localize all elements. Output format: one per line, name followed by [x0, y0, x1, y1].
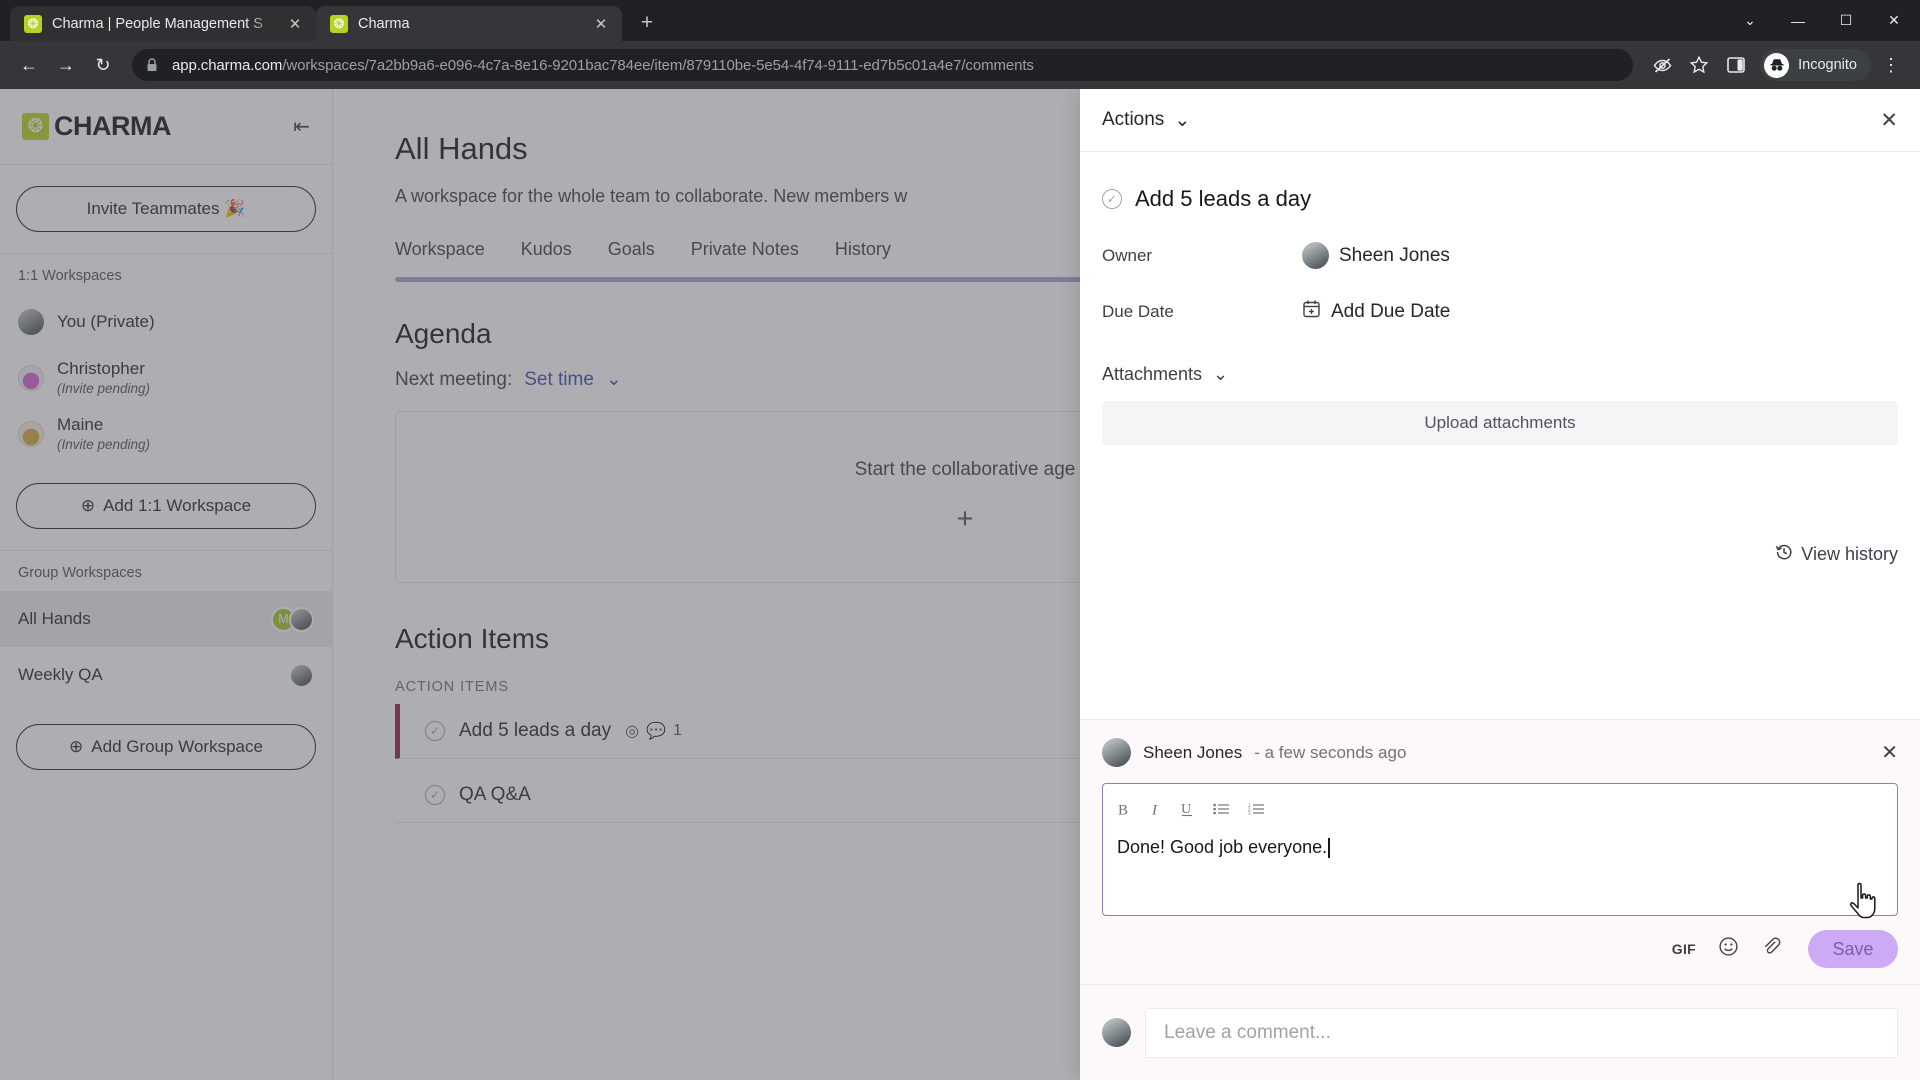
reload-icon[interactable]: ↻ — [86, 48, 120, 82]
underline-icon[interactable]: U — [1180, 800, 1195, 818]
due-date-field: Due Date Add Due Date — [1102, 299, 1898, 324]
kebab-menu-icon[interactable]: ⋮ — [1874, 48, 1908, 82]
comment-editor[interactable]: B I U 123 Done! Good job everyone. — [1102, 783, 1898, 916]
tab-title: Charma | People Management S — [52, 15, 263, 32]
chevron-down-icon: ⌄ — [1213, 364, 1229, 384]
page-viewport: ❂ CHARMA ⇤ Invite Teammates 🎉 1:1 Worksp… — [0, 89, 1920, 1080]
new-tab-button[interactable]: + — [630, 6, 664, 40]
forward-icon[interactable]: → — [49, 48, 83, 82]
close-icon[interactable]: ✕ — [590, 13, 612, 35]
close-icon[interactable]: ✕ — [284, 13, 306, 35]
browser-toolbar: ← → ↻ app.charma.com/workspaces/7a2bb9a6… — [0, 41, 1920, 89]
action-item-detail-drawer: Actions ⌄ ✕ ✓ Add 5 leads a day Owner Sh… — [1080, 89, 1920, 1080]
due-date-label: Due Date — [1102, 301, 1174, 321]
attachments-label: Attachments — [1102, 364, 1203, 384]
browser-tab-1[interactable]: ❂ Charma | People Management S ✕ — [10, 6, 316, 41]
owner-name: Sheen Jones — [1339, 244, 1450, 266]
calendar-plus-icon — [1302, 299, 1321, 324]
drawer-body: ✓ Add 5 leads a day Owner Sheen Jones Du… — [1080, 152, 1920, 719]
chevron-down-icon[interactable]: ⌄ — [1726, 0, 1774, 41]
upload-attachments-button[interactable]: Upload attachments — [1102, 401, 1898, 445]
avatar — [1102, 1018, 1131, 1047]
drawer-header: Actions ⌄ ✕ — [1080, 89, 1920, 152]
comment-text: Done! Good job everyone. — [1117, 837, 1328, 857]
owner-label: Owner — [1102, 245, 1153, 265]
svg-text:I: I — [1151, 802, 1158, 818]
attachments-header[interactable]: Attachments ⌄ — [1102, 364, 1898, 385]
avatar — [1302, 242, 1329, 269]
owner-field: Owner Sheen Jones — [1102, 242, 1898, 269]
bullet-list-icon[interactable] — [1213, 802, 1230, 816]
incognito-icon — [1764, 52, 1790, 78]
leave-comment-input[interactable]: Leave a comment... — [1145, 1007, 1898, 1058]
actions-dropdown[interactable]: Actions ⌄ — [1102, 109, 1190, 132]
svg-text:3: 3 — [1248, 811, 1251, 816]
view-history-button[interactable]: View history — [1775, 543, 1898, 566]
bold-icon[interactable]: B — [1117, 801, 1132, 818]
add-due-date-button[interactable]: Add Due Date — [1302, 299, 1450, 324]
italic-icon[interactable]: I — [1150, 801, 1162, 818]
drawer-item-title: Add 5 leads a day — [1135, 186, 1312, 211]
comment-text-area[interactable]: Done! Good job everyone. — [1117, 837, 1883, 858]
composer-header: Sheen Jones - a few seconds ago ✕ — [1102, 738, 1898, 767]
owner-value[interactable]: Sheen Jones — [1302, 242, 1450, 269]
emoji-icon[interactable] — [1718, 936, 1739, 963]
drawer-item-title-row: ✓ Add 5 leads a day — [1102, 186, 1898, 212]
save-comment-button[interactable]: Save — [1808, 930, 1898, 968]
close-window-button[interactable]: ✕ — [1870, 0, 1918, 41]
svg-text:U: U — [1181, 802, 1191, 817]
window-controls: ⌄ — ☐ ✕ — [1726, 0, 1920, 41]
history-row: View history — [1102, 543, 1898, 566]
history-icon — [1775, 543, 1793, 566]
charma-icon: ❂ — [330, 14, 348, 33]
profile-chip[interactable]: Incognito — [1760, 49, 1871, 81]
profile-label: Incognito — [1798, 57, 1857, 73]
check-circle-icon[interactable]: ✓ — [1102, 189, 1122, 209]
comment-composer: Sheen Jones - a few seconds ago ✕ B I U — [1080, 719, 1920, 984]
actions-label: Actions — [1102, 109, 1165, 130]
add-due-date-label: Add Due Date — [1331, 300, 1451, 322]
address-bar[interactable]: app.charma.com/workspaces/7a2bb9a6-e096-… — [132, 49, 1634, 81]
browser-window: ❂ Charma | People Management S ✕ ❂ Charm… — [0, 0, 1920, 1080]
back-icon[interactable]: ← — [12, 48, 46, 82]
browser-tab-2[interactable]: ❂ Charma ✕ — [316, 6, 622, 41]
eye-slash-icon[interactable] — [1645, 48, 1679, 82]
composer-author: Sheen Jones — [1143, 742, 1243, 762]
side-panel-icon[interactable] — [1719, 48, 1753, 82]
composer-timestamp: - a few seconds ago — [1254, 742, 1407, 762]
lock-icon — [144, 57, 160, 73]
star-icon[interactable] — [1682, 48, 1716, 82]
url-domain: app.charma.com — [172, 56, 283, 74]
composer-actions: GIF Save — [1102, 930, 1898, 968]
close-composer-icon[interactable]: ✕ — [1881, 740, 1898, 765]
numbered-list-icon[interactable]: 123 — [1248, 802, 1265, 816]
text-caret — [1328, 837, 1330, 858]
gif-icon[interactable]: GIF — [1672, 941, 1696, 957]
url-text: app.charma.com/workspaces/7a2bb9a6-e096-… — [172, 57, 1034, 74]
attachment-icon[interactable] — [1761, 936, 1782, 963]
charma-icon: ❂ — [24, 14, 42, 33]
url-path: /workspaces/7a2bb9a6-e096-4c7a-8e16-9201… — [282, 56, 1034, 74]
maximize-button[interactable]: ☐ — [1822, 0, 1870, 41]
tab-title: Charma — [358, 15, 410, 32]
leave-comment-row: Leave a comment... — [1080, 984, 1920, 1080]
editor-toolbar: B I U 123 — [1117, 794, 1883, 824]
chevron-down-icon: ⌄ — [1174, 109, 1191, 131]
tab-strip: ❂ Charma | People Management S ✕ ❂ Charm… — [0, 0, 1920, 41]
svg-text:B: B — [1118, 802, 1128, 818]
view-history-label: View history — [1801, 544, 1898, 564]
avatar — [1102, 738, 1131, 767]
close-drawer-icon[interactable]: ✕ — [1880, 108, 1898, 133]
minimize-button[interactable]: — — [1774, 0, 1822, 41]
